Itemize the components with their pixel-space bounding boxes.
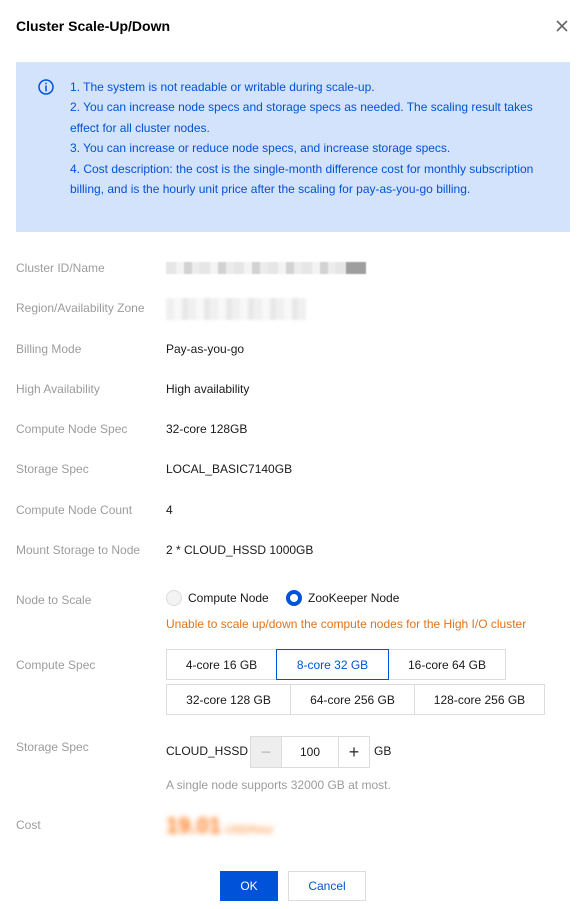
storage-spec-label: Storage Spec (16, 740, 89, 754)
notice-line-2: 2. You can increase node specs and stora… (70, 100, 533, 135)
compute-spec-label: Compute Spec (16, 658, 96, 672)
storage-stepper: − 100 + (250, 736, 370, 768)
high-availability-label: High Availability (16, 382, 100, 396)
storage-unit: GB (374, 744, 392, 758)
spec-option-32-core[interactable]: 32-core 128 GB (166, 684, 291, 715)
cost-suffix: USD/hour (225, 824, 274, 836)
mount-storage-value: 2 * CLOUD_HSSD 1000GB (166, 543, 314, 557)
decrease-button[interactable]: − (250, 736, 282, 768)
compute-node-spec-label: Compute Node Spec (16, 422, 128, 436)
radio-zookeeper-node[interactable]: ZooKeeper Node (286, 590, 399, 606)
radio-circle (166, 590, 182, 606)
compute-node-count-label: Compute Node Count (16, 503, 133, 517)
cost-value: 19.01 USD/hour (166, 813, 273, 839)
cancel-button[interactable]: Cancel (288, 871, 366, 901)
spec-option-16-core[interactable]: 16-core 64 GB (388, 649, 506, 680)
notice-line-1: 1. The system is not readable or writabl… (70, 80, 375, 94)
info-notice: 1. The system is not readable or writabl… (16, 62, 570, 232)
high-availability-value: High availability (166, 382, 250, 396)
storage-type: CLOUD_HSSD (166, 744, 249, 758)
notice-line-4: 4. Cost description: the cost is the sin… (70, 161, 534, 197)
compute-node-count-value: 4 (166, 503, 173, 517)
region-redacted (166, 298, 306, 320)
region-label: Region/Availability Zone (16, 301, 145, 315)
notice-line-3: 3. You can increase or reduce node specs… (70, 141, 451, 156)
cluster-id-redacted (166, 262, 366, 274)
spec-option-64-core[interactable]: 64-core 256 GB (290, 684, 415, 715)
scale-dialog: Cluster Scale-Up/Down 1. The system is n… (0, 0, 584, 909)
mount-storage-label: Mount Storage to Node (16, 543, 141, 557)
cost-label: Cost (16, 818, 41, 832)
radio-compute-node-label: Compute Node (188, 591, 269, 605)
storage-hint: A single node supports 32000 GB at most. (166, 778, 391, 792)
storage-size-input[interactable]: 100 (282, 736, 338, 768)
storage-spec-info-label: Storage Spec (16, 462, 89, 476)
scale-warning: Unable to scale up/down the compute node… (166, 617, 527, 631)
billing-mode-label: Billing Mode (16, 342, 82, 356)
cost-amount: 19.01 (166, 813, 222, 838)
radio-compute-node[interactable]: Compute Node (166, 590, 269, 606)
node-to-scale-label: Node to Scale (16, 593, 92, 607)
billing-mode-value: Pay-as-you-go (166, 342, 245, 356)
close-icon[interactable] (554, 18, 570, 34)
dialog-title: Cluster Scale-Up/Down (16, 18, 171, 34)
radio-circle-selected (286, 590, 302, 606)
cluster-id-label: Cluster ID/Name (16, 261, 105, 275)
storage-spec-info-value: LOCAL_BASIC7140GB (166, 462, 293, 476)
spec-option-8-core[interactable]: 8-core 32 GB (276, 649, 389, 680)
info-circle-icon (38, 79, 54, 95)
compute-node-spec-value: 32-core 128GB (166, 422, 248, 436)
radio-zookeeper-node-label: ZooKeeper Node (308, 591, 400, 605)
spec-option-4-core[interactable]: 4-core 16 GB (166, 649, 277, 680)
ok-button[interactable]: OK (220, 871, 278, 901)
increase-button[interactable]: + (338, 736, 370, 768)
spec-option-128-core[interactable]: 128-core 256 GB (414, 684, 545, 715)
